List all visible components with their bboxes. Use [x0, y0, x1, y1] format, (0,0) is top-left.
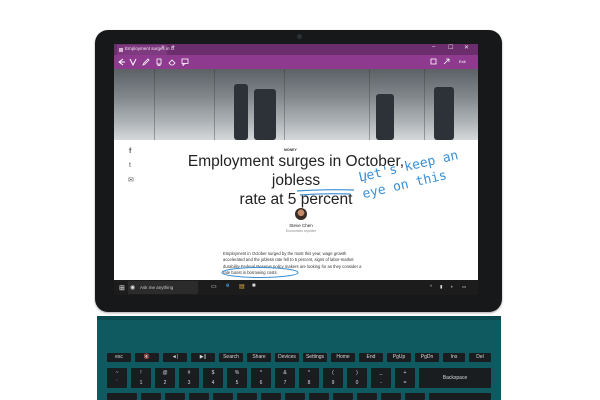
type-cover: esc 🔇 ◄) ▶|| Search Share Devices Settin… [97, 316, 501, 400]
key-lower: 6 [259, 380, 263, 386]
key-pgdn[interactable]: PgDn [415, 353, 439, 362]
key-upper: ~ [115, 370, 119, 376]
key-r[interactable] [213, 393, 233, 400]
key-6[interactable]: ^ 6 [251, 368, 271, 388]
key-bracket-left[interactable] [381, 393, 401, 400]
key-backslash[interactable] [429, 393, 491, 400]
key-ins[interactable]: Ins [443, 353, 465, 362]
key-backspace[interactable]: Backspace [419, 368, 491, 388]
key-volume[interactable]: ◄) [163, 353, 187, 362]
key-upper: @ [162, 370, 168, 376]
start-button[interactable]: ⊞ [119, 284, 125, 292]
task-view-icon[interactable]: ▭ [211, 283, 217, 290]
key-lower: 4 [211, 380, 215, 386]
key-lower: 9 [331, 380, 335, 386]
key-upper: ) [356, 370, 358, 376]
key-esc[interactable]: esc [107, 353, 131, 362]
key-share[interactable]: Share [247, 353, 271, 362]
battery-icon[interactable]: ▮ [440, 284, 442, 290]
key-upper: _ [379, 370, 383, 376]
key-upper: + [403, 370, 407, 376]
camera-icon [297, 34, 302, 39]
key-upper: ^ [259, 370, 263, 376]
key-del[interactable]: Del [469, 353, 491, 362]
key-search[interactable]: Search [219, 353, 243, 362]
key-1[interactable]: ! 1 [131, 368, 151, 388]
key-minus[interactable]: _ - [371, 368, 391, 388]
key-pgup[interactable]: PgUp [387, 353, 411, 362]
tray-expand-icon[interactable]: ^ [430, 284, 432, 289]
key-5[interactable]: % 5 [227, 368, 247, 388]
edge-icon[interactable]: e [226, 283, 229, 289]
key-upper: * [308, 370, 310, 376]
key-t[interactable] [237, 393, 257, 400]
key-w[interactable] [165, 393, 185, 400]
key-8[interactable]: * 8 [299, 368, 319, 388]
key-lower: = [403, 380, 407, 386]
key-settings[interactable]: Settings [303, 353, 327, 362]
key-tab[interactable] [107, 393, 137, 400]
key-home[interactable]: Home [331, 353, 355, 362]
key-o[interactable] [333, 393, 353, 400]
taskbar: ⊞ ◉ Ask me anything ▭ e ▤ ■ ^ ▮ ◑ ▭ [114, 280, 478, 295]
key-equals[interactable]: + = [395, 368, 415, 388]
key-mute[interactable]: 🔇 [135, 353, 159, 362]
key-7[interactable]: & 7 [275, 368, 295, 388]
key-i[interactable] [309, 393, 329, 400]
key-3[interactable]: #3 [179, 368, 199, 388]
key-lower: 3 [187, 380, 191, 386]
file-explorer-icon[interactable]: ▤ [239, 283, 245, 290]
cortana-search[interactable]: ◉ Ask me anything [128, 281, 198, 294]
key-upper: # [187, 370, 191, 376]
key-lower: 5 [235, 380, 239, 386]
key-0[interactable]: ) 0 [347, 368, 367, 388]
key-lower: 1 [139, 380, 143, 386]
key-play[interactable]: ▶|| [191, 353, 215, 362]
key-upper: ( [332, 370, 334, 376]
notifications-icon[interactable]: ▭ [462, 284, 466, 290]
key-lower: 2 [163, 380, 167, 386]
key-y[interactable] [261, 393, 281, 400]
microphone-icon[interactable]: ◉ [130, 284, 135, 291]
key-bracket-right[interactable] [405, 393, 425, 400]
key-lower: - [380, 380, 382, 386]
key-9[interactable]: (9 [323, 368, 343, 388]
key-lower: 7 [283, 380, 287, 386]
key-end[interactable]: End [359, 353, 383, 362]
key-tilde[interactable]: ~ ` [107, 368, 127, 388]
key-lower: 8 [307, 380, 311, 386]
key-e[interactable] [189, 393, 209, 400]
key-lower: 0 [355, 380, 359, 386]
cover-hinge [97, 316, 501, 320]
key-upper: ! [140, 370, 142, 376]
key-upper: $ [211, 370, 215, 376]
store-icon[interactable]: ■ [252, 283, 256, 289]
key-q[interactable] [141, 393, 161, 400]
key-p[interactable] [357, 393, 377, 400]
search-input[interactable]: Ask me anything [140, 285, 173, 290]
key-upper: % [234, 370, 240, 376]
key-lower: ` [116, 380, 118, 386]
key-upper: & [283, 370, 287, 376]
key-2[interactable]: @2 [155, 368, 175, 388]
volume-icon[interactable]: ◑ [450, 284, 453, 289]
key-devices[interactable]: Devices [275, 353, 299, 362]
key-u[interactable] [285, 393, 305, 400]
key-4[interactable]: $4 [203, 368, 223, 388]
